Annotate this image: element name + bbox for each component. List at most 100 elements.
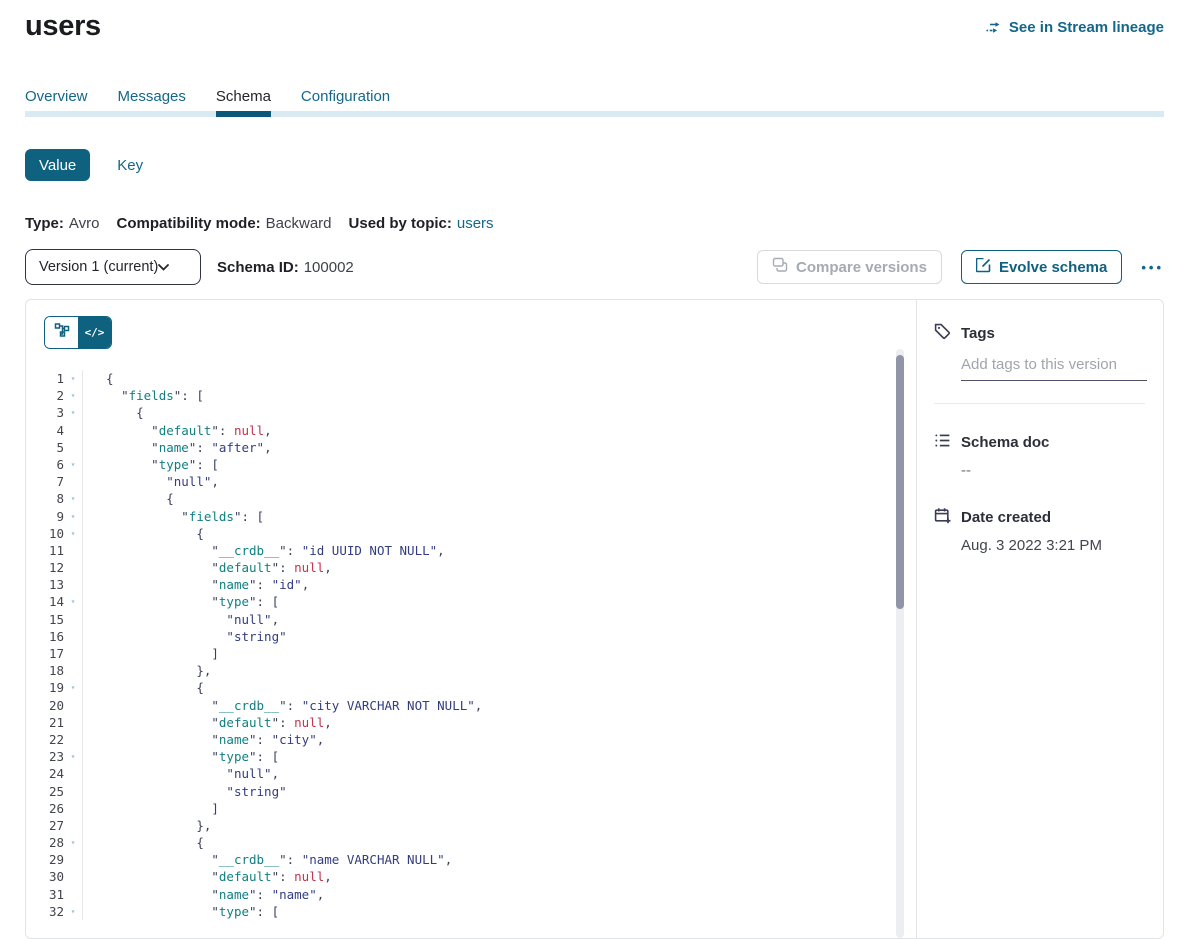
compare-icon xyxy=(772,257,788,277)
code-text: { xyxy=(83,525,204,542)
tab-list: Overview Messages Schema Configuration xyxy=(25,88,1164,117)
fold-spacer xyxy=(64,817,83,834)
calendar-plus-icon xyxy=(934,507,951,528)
editor-scrollbar[interactable] xyxy=(896,349,904,938)
code-line: 13 "name": "id", xyxy=(26,576,916,593)
fold-arrow-icon[interactable]: ▾ xyxy=(64,748,83,765)
tab-overview[interactable]: Overview xyxy=(25,88,88,117)
tree-view-button[interactable] xyxy=(45,317,78,348)
line-number: 4 xyxy=(26,422,64,439)
line-number: 1 xyxy=(26,370,64,387)
fold-arrow-icon[interactable]: ▾ xyxy=(64,508,83,525)
tree-view-icon xyxy=(54,322,70,343)
code-view-icon: </> xyxy=(85,326,105,339)
fold-spacer xyxy=(64,645,83,662)
fold-arrow-icon[interactable]: ▾ xyxy=(64,903,83,920)
compatibility-mode: Compatibility mode: Backward xyxy=(116,215,331,232)
edit-icon xyxy=(976,258,991,277)
version-toolbar: Version 1 (current) Schema ID: 100002 Co… xyxy=(25,249,1164,285)
line-number: 12 xyxy=(26,559,64,576)
page-header: users See in Stream lineage xyxy=(25,0,1164,43)
code-line: 29 "__crdb__": "name VARCHAR NULL", xyxy=(26,851,916,868)
fold-arrow-icon[interactable]: ▾ xyxy=(64,456,83,473)
more-actions-button[interactable]: ••• xyxy=(1141,260,1164,275)
tab-schema[interactable]: Schema xyxy=(216,88,271,117)
fold-spacer xyxy=(64,422,83,439)
fold-spacer xyxy=(64,542,83,559)
schema-doc-heading: Schema doc xyxy=(934,432,1145,453)
compare-versions-button[interactable]: Compare versions xyxy=(757,250,942,284)
line-number: 31 xyxy=(26,886,64,903)
fold-spacer xyxy=(64,886,83,903)
fold-arrow-icon[interactable]: ▾ xyxy=(64,490,83,507)
topic-link[interactable]: users xyxy=(457,215,494,232)
code-text: "null", xyxy=(83,765,279,782)
page-title: users xyxy=(25,10,101,43)
code-text: "name": "id", xyxy=(83,576,309,593)
fold-spacer xyxy=(64,731,83,748)
code-line: 5 "name": "after", xyxy=(26,439,916,456)
line-number: 10 xyxy=(26,525,64,542)
code-line: 8▾ { xyxy=(26,490,916,507)
fold-spacer xyxy=(64,697,83,714)
stream-lineage-link[interactable]: See in Stream lineage xyxy=(985,19,1164,36)
version-select[interactable]: Version 1 (current) xyxy=(25,249,201,285)
code-line: 32▾ "type": [ xyxy=(26,903,916,920)
code-view-button[interactable]: </> xyxy=(78,317,111,348)
tag-icon xyxy=(934,323,951,344)
code-text: "type": [ xyxy=(83,593,279,610)
scrollbar-thumb[interactable] xyxy=(896,355,904,609)
fold-spacer xyxy=(64,576,83,593)
fold-arrow-icon[interactable]: ▾ xyxy=(64,370,83,387)
code-text: "default": null, xyxy=(83,422,272,439)
fold-spacer xyxy=(64,800,83,817)
schema-sidebar: Tags Schema doc -- xyxy=(916,300,1163,938)
code-text: "string" xyxy=(83,628,287,645)
value-toggle-button[interactable]: Value xyxy=(25,149,90,181)
code-text: { xyxy=(83,679,204,696)
schema-doc-title: Schema doc xyxy=(961,434,1049,451)
version-select-value: Version 1 (current) xyxy=(39,259,158,275)
fold-arrow-icon[interactable]: ▾ xyxy=(64,525,83,542)
code-text: { xyxy=(83,370,114,387)
schema-panel: </> 1▾{2▾ "fields": [3▾ {4 "default": nu… xyxy=(25,299,1164,939)
line-number: 3 xyxy=(26,404,64,421)
code-line: 9▾ "fields": [ xyxy=(26,508,916,525)
code-text: "name": "after", xyxy=(83,439,272,456)
code-text: "__crdb__": "name VARCHAR NULL", xyxy=(83,851,452,868)
code-text: "null", xyxy=(83,473,219,490)
fold-spacer xyxy=(64,868,83,885)
line-number: 32 xyxy=(26,903,64,920)
list-icon xyxy=(934,432,951,453)
code-lines: 1▾{2▾ "fields": [3▾ {4 "default": null,5… xyxy=(26,370,916,920)
fold-arrow-icon[interactable]: ▾ xyxy=(64,679,83,696)
tab-messages[interactable]: Messages xyxy=(118,88,186,117)
fold-arrow-icon[interactable]: ▾ xyxy=(64,593,83,610)
code-text: "name": "city", xyxy=(83,731,324,748)
code-text: "__crdb__": "city VARCHAR NOT NULL", xyxy=(83,697,482,714)
fold-arrow-icon[interactable]: ▾ xyxy=(64,404,83,421)
stream-lineage-icon xyxy=(985,20,1002,36)
key-toggle-button[interactable]: Key xyxy=(117,157,143,174)
fold-arrow-icon[interactable]: ▾ xyxy=(64,834,83,851)
line-number: 9 xyxy=(26,508,64,525)
code-text: "type": [ xyxy=(83,748,279,765)
tab-configuration[interactable]: Configuration xyxy=(301,88,390,117)
line-number: 22 xyxy=(26,731,64,748)
fold-arrow-icon[interactable]: ▾ xyxy=(64,387,83,404)
fold-spacer xyxy=(64,662,83,679)
editor-view-toggle: </> xyxy=(44,316,112,349)
code-text: "type": [ xyxy=(83,903,279,920)
line-number: 26 xyxy=(26,800,64,817)
fold-spacer xyxy=(64,611,83,628)
type-value: Avro xyxy=(69,215,100,232)
tags-heading: Tags xyxy=(934,323,1145,344)
schema-id-label: Schema ID: xyxy=(217,259,299,276)
evolve-schema-label: Evolve schema xyxy=(999,259,1107,276)
fold-spacer xyxy=(64,439,83,456)
tags-input[interactable] xyxy=(961,352,1147,381)
line-number: 13 xyxy=(26,576,64,593)
code-text: "fields": [ xyxy=(83,508,264,525)
schema-doc-section: Schema doc -- xyxy=(934,432,1145,479)
evolve-schema-button[interactable]: Evolve schema xyxy=(961,250,1122,284)
